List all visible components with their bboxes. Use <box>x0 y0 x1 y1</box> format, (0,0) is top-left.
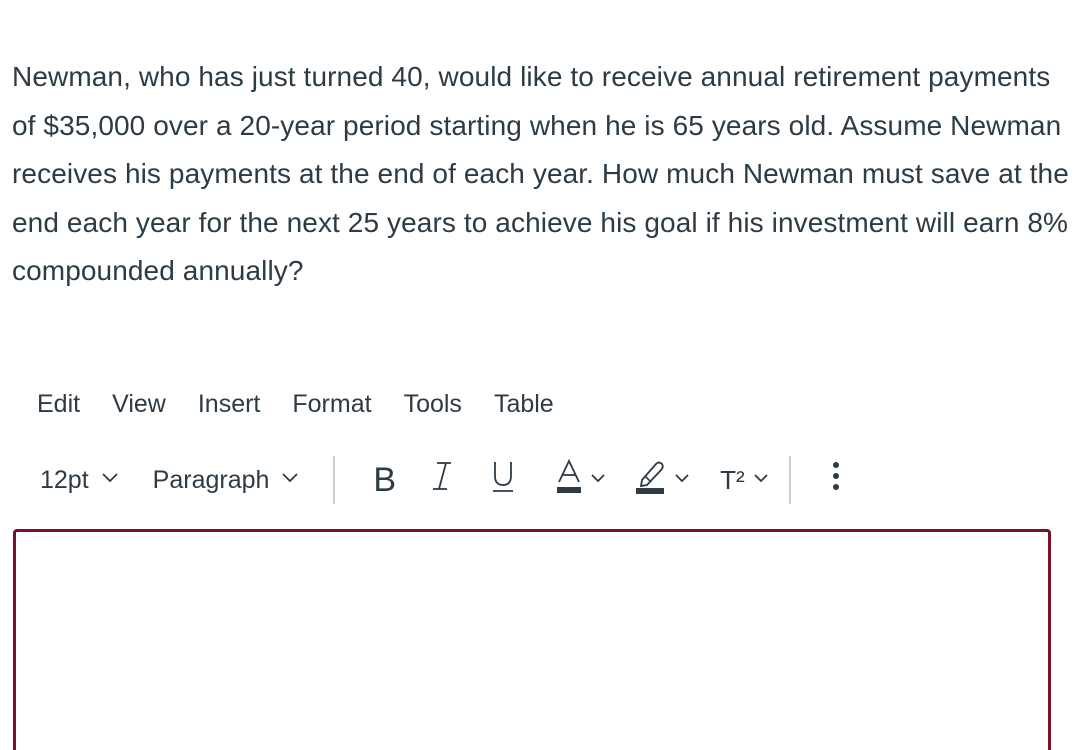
font-size-label: 12pt <box>40 465 89 494</box>
rich-text-editor-area[interactable] <box>13 529 1051 750</box>
chevron-down-icon <box>281 471 299 489</box>
menu-tools[interactable]: Tools <box>404 390 462 419</box>
menu-edit[interactable]: Edit <box>37 390 80 419</box>
menu-insert[interactable]: Insert <box>198 390 261 419</box>
block-format-dropdown[interactable]: Paragraph <box>153 466 300 495</box>
editor-toolbar: 12pt Paragraph B T² <box>40 452 841 508</box>
chevron-down-icon <box>753 471 769 489</box>
bold-icon: B <box>373 460 397 499</box>
toolbar-divider <box>788 456 791 504</box>
chevron-down-icon <box>674 471 690 489</box>
block-format-label: Paragraph <box>152 465 270 494</box>
superscript-button[interactable]: T² <box>720 465 769 496</box>
superscript-icon: T² <box>720 464 745 495</box>
page: Newman, who has just turned 40, would li… <box>0 0 1088 750</box>
bold-button[interactable]: B <box>373 461 396 500</box>
font-size-dropdown[interactable]: 12pt <box>40 466 119 495</box>
toolbar-divider <box>333 456 336 504</box>
highlight-color-button[interactable] <box>636 458 690 503</box>
text-color-button[interactable] <box>556 458 606 503</box>
more-vertical-icon <box>831 459 841 502</box>
menu-format[interactable]: Format <box>292 390 371 419</box>
menu-view[interactable]: View <box>112 390 166 419</box>
chevron-down-icon <box>101 471 119 489</box>
more-button[interactable] <box>831 459 841 502</box>
underline-icon <box>492 459 514 502</box>
chevron-down-icon <box>590 471 606 489</box>
italic-icon <box>432 460 452 501</box>
text-color-icon <box>556 458 582 503</box>
editor-menubar: Edit View Insert Format Tools Table <box>37 384 586 424</box>
italic-button[interactable] <box>432 460 452 501</box>
menu-table[interactable]: Table <box>494 390 554 419</box>
highlighter-icon <box>636 458 666 503</box>
underline-button[interactable] <box>492 459 514 502</box>
question-text: Newman, who has just turned 40, would li… <box>12 61 1069 286</box>
